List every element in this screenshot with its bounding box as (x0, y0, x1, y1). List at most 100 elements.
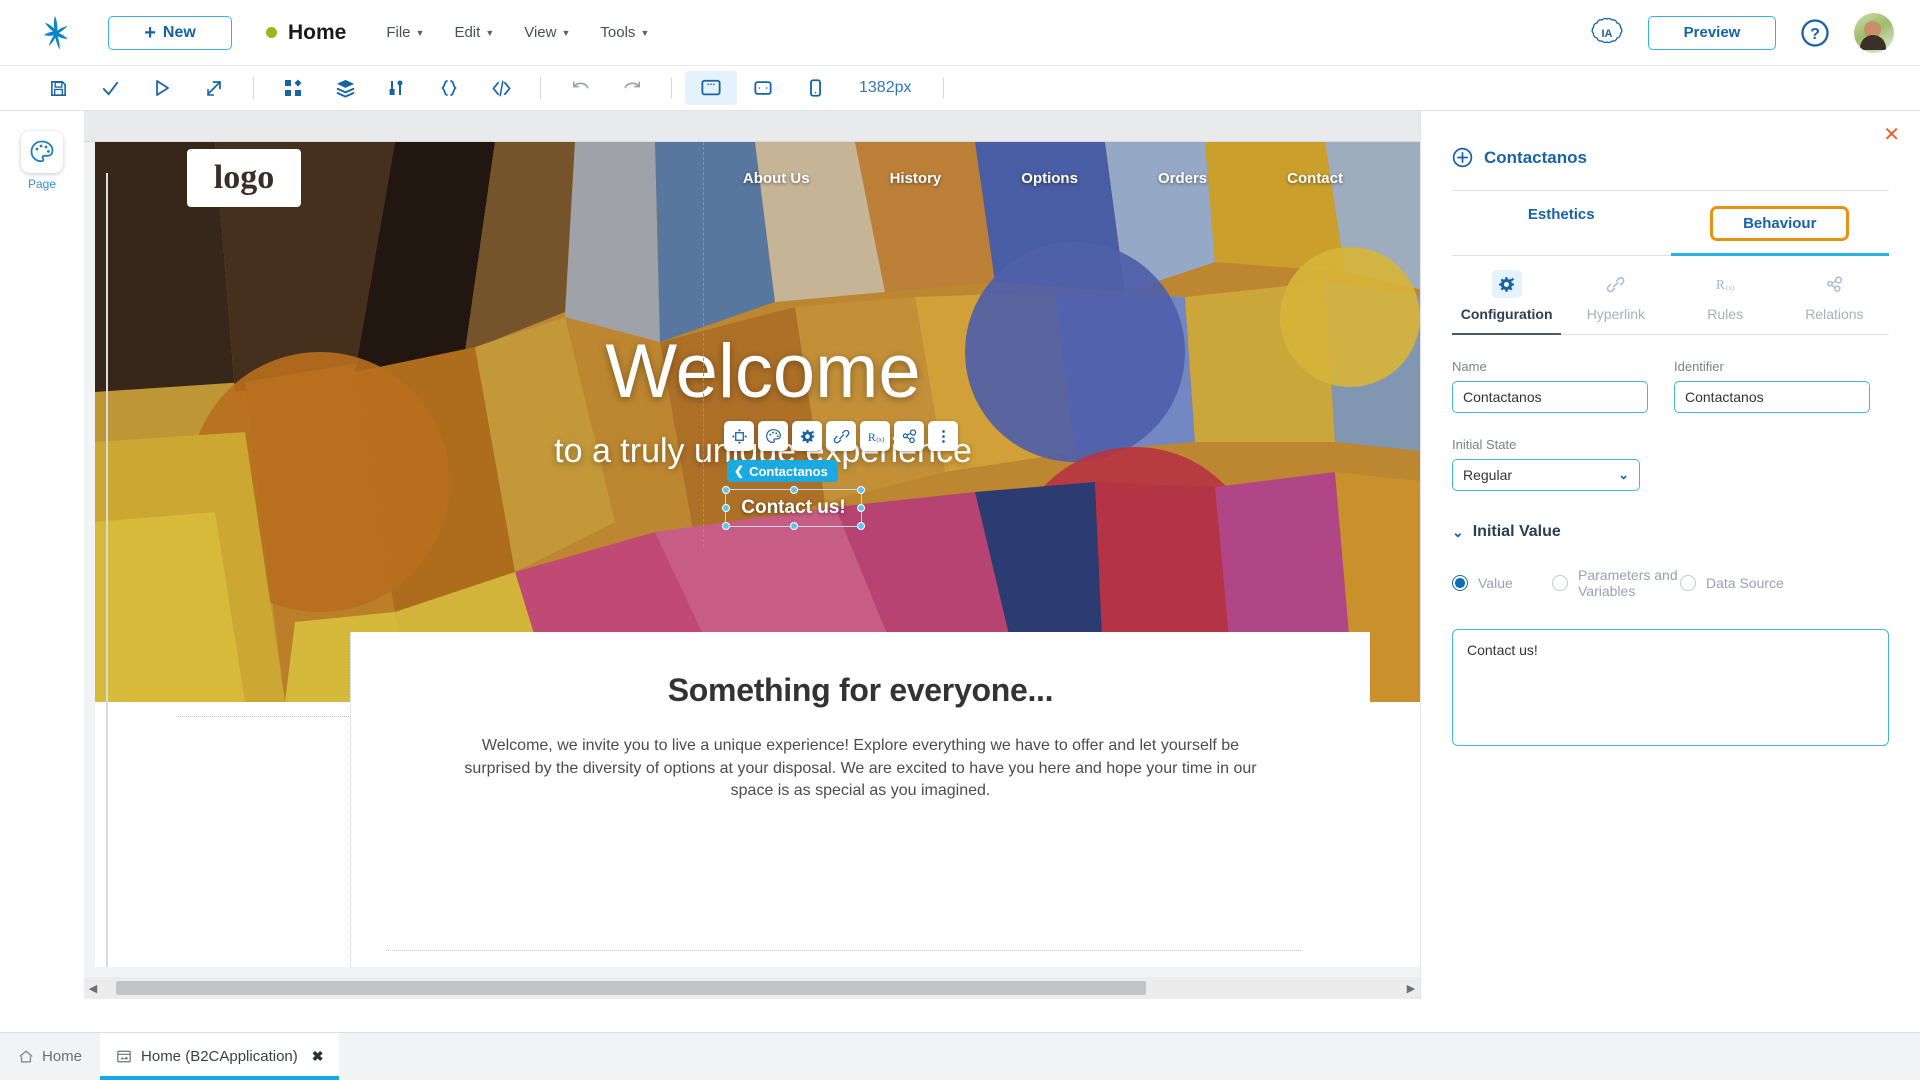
scrollbar-track[interactable] (102, 981, 1402, 995)
preview-button-label: Preview (1683, 24, 1741, 41)
rules-rx-icon: R (x) (1710, 270, 1740, 298)
chevron-down-icon: ⌄ (1452, 523, 1464, 540)
plus-icon: + (144, 21, 156, 44)
initial-value-textarea[interactable]: Contact us! (1452, 629, 1889, 747)
components-icon[interactable] (267, 71, 319, 105)
preview-button[interactable]: Preview (1648, 15, 1776, 50)
new-button-label: New (162, 23, 196, 41)
menu-edit[interactable]: Edit ▼ (454, 24, 494, 41)
desktop-icon[interactable] (685, 71, 737, 105)
redo-icon[interactable] (606, 71, 658, 105)
avatar[interactable] (1854, 12, 1894, 53)
subtab-configuration[interactable]: Configuration (1452, 270, 1562, 335)
question-circle-icon[interactable]: ? (1800, 18, 1830, 48)
initial-value-accordion[interactable]: ⌄ Initial Value (1452, 523, 1889, 541)
selected-element-label: Contact us! (741, 497, 846, 518)
menu-tools[interactable]: Tools ▼ (600, 24, 649, 41)
save-icon[interactable] (32, 71, 84, 105)
alignment-guide (703, 142, 704, 547)
code-icon[interactable] (475, 71, 527, 105)
settings-sliders-icon[interactable] (371, 71, 423, 105)
hero-link-about-us[interactable]: About Us (743, 170, 810, 187)
close-icon[interactable]: ✕ (1883, 125, 1900, 145)
relations-icon[interactable] (894, 421, 924, 451)
hero-logo[interactable]: logo (187, 149, 301, 207)
name-input[interactable] (1452, 381, 1648, 413)
resize-handle-middle-left[interactable] (722, 504, 730, 512)
scrollbar-thumb[interactable] (116, 981, 1146, 995)
hero-nav: logo About Us History Options Orders Con… (95, 142, 1420, 214)
tab-esthetics[interactable]: Esthetics (1452, 191, 1671, 255)
subtab-hyperlink[interactable]: Hyperlink (1561, 270, 1670, 334)
tablet-icon[interactable] (737, 71, 789, 105)
hero-link-orders[interactable]: Orders (1158, 170, 1207, 187)
bottom-tab-home-b2capplication[interactable]: Home (B2CApplication) ✖ (100, 1033, 340, 1080)
resize-handle-middle-right[interactable] (857, 504, 865, 512)
chevron-down-icon: ⌄ (1618, 467, 1629, 482)
selected-element-contact-us[interactable]: Contact us! (722, 486, 865, 530)
genexus-frog-logo[interactable] (32, 14, 78, 52)
play-icon[interactable] (136, 71, 188, 105)
new-button[interactable]: + New (108, 15, 232, 50)
initial-value-radio-group: Value Parameters and Variables Data Sour… (1452, 567, 1889, 599)
scroll-right-arrow[interactable]: ▶ (1402, 982, 1420, 995)
ia-badge-icon[interactable]: IA (1590, 16, 1624, 50)
hyperlink-icon[interactable] (826, 421, 856, 451)
resize-handle-top-left[interactable] (722, 486, 730, 494)
chevron-down-icon: ▼ (561, 27, 571, 38)
phone-icon[interactable] (789, 71, 841, 105)
bottom-tab-label: Home (B2CApplication) (141, 1048, 298, 1065)
sidebar-item-page-label: Page (27, 177, 57, 191)
subtab-rules-label: Rules (1707, 306, 1744, 322)
tab-behaviour[interactable]: Behaviour (1670, 191, 1890, 256)
hero-link-history[interactable]: History (890, 170, 942, 187)
radio-value[interactable]: Value (1452, 575, 1552, 592)
palette-icon[interactable] (758, 421, 788, 451)
viewport-width-label: 1382px (859, 79, 912, 96)
initial-state-select[interactable]: Regular ⌄ (1452, 459, 1640, 491)
content-section: Something for everyone... Welcome, we in… (176, 632, 1370, 967)
scroll-left-arrow[interactable]: ◀ (84, 982, 102, 995)
plus-circle-icon[interactable] (1452, 147, 1473, 168)
more-vertical-icon[interactable] (928, 421, 958, 451)
canvas-horizontal-scrollbar[interactable]: ◀ ▶ (84, 977, 1420, 999)
selection-breadcrumb-chip[interactable]: ❮ Contactanos (727, 460, 838, 482)
deploy-icon[interactable] (188, 71, 240, 105)
menu-view[interactable]: View ▼ (524, 24, 570, 41)
resize-handle-top-right[interactable] (857, 486, 865, 494)
sidebar-item-page[interactable]: Page (0, 131, 84, 191)
identifier-input[interactable] (1674, 381, 1870, 413)
layers-icon[interactable] (319, 71, 371, 105)
rules-rx-icon[interactable]: R (x) (860, 421, 890, 451)
resize-handle-bottom-left[interactable] (722, 522, 730, 530)
layout-guide-line-bottom (386, 950, 1301, 951)
section-body-text: Welcome, we invite you to live a unique … (464, 737, 1257, 800)
radio-parameters-and-variables[interactable]: Parameters and Variables (1552, 567, 1680, 599)
subtab-relations[interactable]: Relations (1780, 270, 1889, 334)
close-icon[interactable]: ✖ (312, 1048, 324, 1065)
undo-icon[interactable] (554, 71, 606, 105)
chevron-down-icon: ▼ (640, 27, 650, 38)
resize-handle-bottom-right[interactable] (857, 522, 865, 530)
bottom-tab-bar: Home Home (B2CApplication) ✖ (0, 1032, 1920, 1080)
relations-icon (1819, 270, 1849, 298)
resize-handle-top-center[interactable] (789, 486, 798, 494)
subtab-rules[interactable]: R (x) Rules (1671, 270, 1780, 334)
move-icon[interactable] (724, 421, 754, 451)
bottom-home-button[interactable]: Home (0, 1033, 100, 1080)
subtab-configuration-label: Configuration (1460, 306, 1553, 322)
left-rail: Page (0, 111, 84, 999)
check-icon[interactable] (84, 71, 136, 105)
menu-edit-label: Edit (454, 24, 481, 41)
resize-handle-bottom-center[interactable] (789, 522, 798, 530)
hero-link-options[interactable]: Options (1021, 170, 1078, 187)
menu-file[interactable]: File ▼ (386, 24, 424, 41)
radio-data-source[interactable]: Data Source (1680, 575, 1784, 592)
braces-icon[interactable] (423, 71, 475, 105)
subtab-hyperlink-label: Hyperlink (1586, 306, 1646, 322)
hero-link-contact[interactable]: Contact (1287, 170, 1343, 187)
initial-state-label: Initial State (1452, 437, 1517, 452)
initial-state-row: Initial State Regular ⌄ (1452, 437, 1889, 491)
hero-title: Welcome (605, 329, 921, 414)
configuration-gear-icon[interactable] (792, 421, 822, 451)
